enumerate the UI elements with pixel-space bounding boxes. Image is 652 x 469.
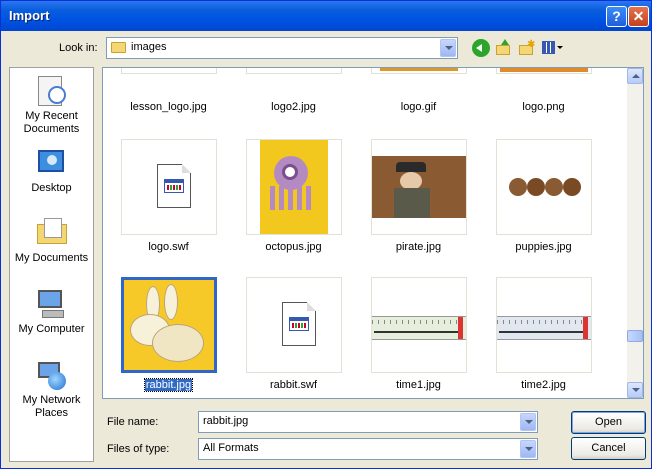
flash-document-icon	[157, 164, 191, 208]
file-name: time1.jpg	[396, 379, 441, 391]
places-bar: My Recent Documents Desktop My Documents…	[9, 67, 94, 462]
place-network[interactable]: My Network Places	[10, 358, 93, 420]
file-thumbnail	[496, 68, 592, 74]
up-folder-icon[interactable]	[495, 39, 513, 57]
look-in-value: images	[131, 41, 167, 53]
scroll-thumb[interactable]	[627, 330, 643, 342]
file-name: puppies.jpg	[515, 241, 572, 253]
place-label: Desktop	[31, 182, 72, 194]
look-in-dropdown[interactable]: images	[106, 37, 458, 59]
file-thumbnail	[496, 277, 592, 373]
file-thumbnail	[246, 68, 342, 74]
title-bar[interactable]: Import ? ✕	[1, 1, 651, 31]
file-thumbnail	[121, 139, 217, 235]
back-icon[interactable]	[472, 39, 490, 57]
flash-document-icon	[282, 302, 316, 346]
file-name-value: rabbit.jpg	[203, 415, 249, 427]
views-menu-icon[interactable]	[541, 39, 565, 57]
scroll-up-icon[interactable]	[627, 68, 643, 84]
file-type-dropdown[interactable]: All Formats	[198, 438, 538, 460]
place-label: My Documents	[14, 252, 89, 264]
new-folder-icon[interactable]: ✱	[518, 39, 536, 57]
file-name: rabbit.swf	[269, 379, 318, 391]
recent-documents-icon	[36, 74, 68, 106]
file-name: logo.gif	[400, 101, 437, 113]
file-type-label: Files of type:	[107, 443, 170, 455]
file-name: logo.png	[522, 101, 565, 113]
place-my-documents[interactable]: My Documents	[10, 216, 93, 265]
dropdown-arrow-icon[interactable]	[520, 440, 536, 458]
cancel-button[interactable]: Cancel	[571, 437, 646, 460]
place-my-computer[interactable]: My Computer	[10, 287, 93, 336]
file-type-value: All Formats	[203, 442, 259, 454]
vertical-scrollbar[interactable]	[627, 68, 643, 398]
file-name: octopus.jpg	[265, 241, 322, 253]
file-name: pirate.jpg	[395, 241, 442, 253]
file-thumbnail	[371, 277, 467, 373]
place-recent-documents[interactable]: My Recent Documents	[10, 74, 93, 136]
file-thumbnail	[121, 277, 217, 373]
place-label: My Computer	[18, 323, 85, 335]
file-thumbnail	[246, 277, 342, 373]
desktop-icon	[36, 146, 68, 178]
window-title: Import	[9, 8, 50, 23]
file-name: lesson_logo.jpg	[130, 101, 207, 113]
place-label: My Recent Documents	[23, 110, 80, 135]
open-button[interactable]: Open	[571, 411, 646, 434]
file-thumbnail	[371, 68, 467, 74]
look-in-label: Look in:	[59, 42, 98, 54]
file-name: logo2.jpg	[271, 101, 316, 113]
my-computer-icon	[36, 287, 68, 319]
my-documents-icon	[36, 216, 68, 248]
network-places-icon	[36, 358, 68, 390]
file-name-label: File name:	[107, 416, 159, 428]
file-thumbnail	[371, 139, 467, 235]
import-dialog: Import ? ✕ Look in: images ✱ My Recent D…	[0, 0, 652, 469]
file-name: rabbit.jpg	[106, 378, 231, 392]
file-list[interactable]: lesson_logo.jpg logo2.jpg logo.gif logo.…	[102, 67, 644, 399]
scroll-down-icon[interactable]	[627, 382, 643, 398]
place-desktop[interactable]: Desktop	[10, 146, 93, 195]
file-thumbnail	[121, 68, 217, 74]
file-name-field[interactable]: rabbit.jpg	[198, 411, 538, 433]
file-thumbnail	[246, 139, 342, 235]
file-name: time2.jpg	[521, 379, 566, 391]
file-name-text: rabbit.jpg	[143, 378, 194, 392]
dropdown-arrow-icon[interactable]	[440, 39, 456, 57]
help-button[interactable]: ?	[606, 6, 627, 27]
close-button[interactable]: ✕	[628, 6, 649, 27]
file-thumbnail	[496, 139, 592, 235]
dropdown-arrow-icon[interactable]	[520, 413, 536, 431]
place-label: My Network Places	[22, 394, 81, 419]
folder-icon	[111, 42, 126, 53]
file-name: logo.swf	[148, 241, 189, 253]
